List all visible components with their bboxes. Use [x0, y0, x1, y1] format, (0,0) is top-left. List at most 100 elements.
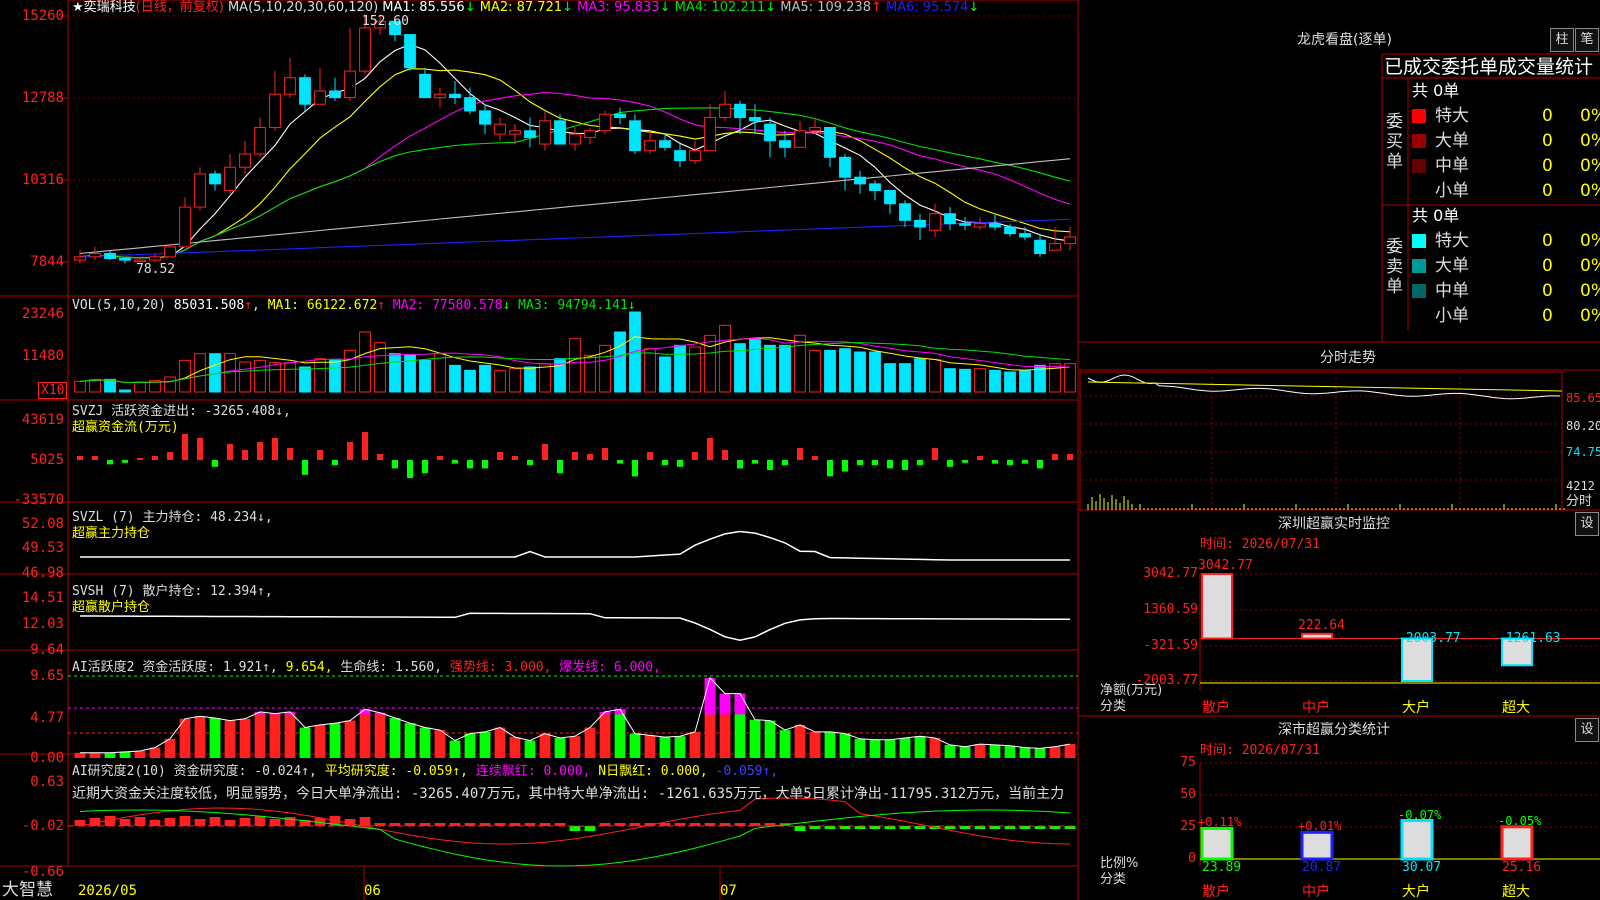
ma-arrow-4: ↑ — [870, 0, 882, 15]
sz-monitor-settings-button[interactable]: 设 — [1575, 512, 1599, 536]
sell-total: 共 0单 — [1412, 206, 1460, 225]
money-flow-bar — [1037, 460, 1043, 469]
activity-bar — [569, 736, 581, 758]
volume-bar — [464, 369, 476, 393]
monitor-y-label: 1360.59 — [1143, 602, 1198, 617]
volume-bar — [854, 351, 866, 393]
ma-value-3: 102.211 — [711, 0, 766, 15]
activity-bar — [839, 733, 851, 758]
ai-axis-label: 0.00 — [30, 750, 64, 766]
monitor-y-label: -2003.77 — [1135, 673, 1198, 688]
sell-percent-1: 0% — [1580, 256, 1600, 276]
svzj-axis-label: 5025 — [30, 452, 64, 468]
activity-bar — [794, 724, 806, 758]
volume-bar — [569, 338, 581, 393]
price-axis-label: 7844 — [30, 254, 64, 270]
tick-view-button[interactable]: 笔 — [1575, 28, 1599, 52]
money-flow-bar — [1052, 454, 1058, 460]
activity-bar — [1064, 744, 1076, 758]
volume-bar — [269, 362, 281, 393]
money-flow-bar — [377, 454, 383, 460]
research-bar — [119, 819, 131, 826]
volume-bar — [509, 368, 521, 393]
activity-bar — [194, 716, 206, 758]
activity-bar — [284, 711, 296, 758]
money-flow-bar — [1007, 460, 1013, 466]
money-flow-bar — [812, 456, 818, 460]
intraday-y-0: 85.65 — [1566, 391, 1600, 405]
money-flow-bar — [977, 456, 983, 460]
money-flow-bar — [557, 460, 563, 474]
bar-view-button[interactable]: 柱 — [1550, 28, 1574, 52]
volume-bar — [884, 363, 896, 393]
monitor-bar-value: -1261.63 — [1498, 630, 1561, 646]
activity-bar — [824, 731, 836, 758]
sell-percent-3: 0% — [1580, 306, 1600, 326]
activity-bar — [1034, 748, 1046, 758]
chart-mode[interactable]: (日线，前复权) — [136, 0, 224, 15]
lhb-tabs[interactable]: 已成交委托单成交量统计 — [1384, 56, 1593, 78]
activity-bar — [869, 739, 881, 758]
sz-class-settings-button[interactable]: 设 — [1575, 718, 1599, 742]
activity-bar — [89, 752, 101, 758]
svzl-axis-label: 52.08 — [21, 516, 64, 532]
sell-swatch-0 — [1412, 234, 1426, 248]
ma-key-5: MA6: — [881, 0, 923, 15]
class-cat-label: 散户 — [1202, 884, 1230, 900]
date-label-2: 07 — [720, 883, 737, 899]
money-flow-bar — [107, 460, 113, 465]
candle-body — [644, 140, 656, 152]
intraday-y-1: 80.20 — [1566, 419, 1600, 433]
main-holding-line — [80, 530, 1070, 561]
candle-body — [794, 130, 806, 148]
sz-class-xlabel: 分类 — [1100, 872, 1127, 887]
volume-bar — [329, 358, 341, 393]
activity-bar — [104, 752, 116, 758]
high-note: 152.60 — [362, 14, 409, 29]
vol-ma-key-0: MA1: — [267, 298, 307, 313]
volume-bar — [1004, 371, 1016, 393]
money-flow-bar — [722, 450, 728, 460]
sell-count-2: 0 — [1542, 281, 1553, 301]
vol-ma-value-1: 77580.578 — [432, 298, 503, 313]
activity-bar — [344, 720, 356, 758]
money-flow-bar — [827, 460, 833, 477]
date-label-0: 2026/05 — [78, 883, 138, 899]
ma-key-3: MA4: — [670, 0, 712, 15]
candle-body — [194, 173, 206, 208]
candle-body — [824, 126, 836, 158]
candle-body — [449, 93, 461, 99]
sell-count-1: 0 — [1542, 256, 1553, 276]
activity-bar — [359, 709, 371, 758]
class-y-label: 25 — [1180, 819, 1196, 834]
candle-body — [344, 70, 356, 99]
candle-body — [809, 126, 821, 132]
money-flow-bar — [227, 444, 233, 460]
volume-bar — [119, 389, 131, 393]
activity-bar — [764, 720, 776, 758]
volume-bar — [749, 338, 761, 393]
candle-body — [209, 173, 221, 185]
class-y-label: 0 — [1188, 851, 1196, 866]
volume-bar — [719, 324, 731, 393]
ma-arrow-3: ↓ — [765, 0, 777, 15]
svzl-axis-label: 49.53 — [21, 540, 64, 556]
monitor-y-label: -321.59 — [1143, 638, 1198, 653]
activity-bar — [1049, 746, 1061, 758]
candle-body — [299, 77, 311, 105]
ai-burst-line: 爆发线: 6.000, — [559, 660, 661, 675]
monitor-bar-value: 3042.77 — [1198, 558, 1253, 573]
activity-bar — [1019, 747, 1031, 758]
stock-name[interactable]: 奕瑞科技 — [84, 0, 136, 15]
class-bar-change: +0.01% — [1298, 819, 1342, 834]
vol-ma-arrow-0: ↑ — [377, 298, 386, 313]
money-flow-bar — [242, 450, 248, 460]
money-flow-bar — [122, 460, 128, 463]
activity-bar — [329, 723, 341, 758]
monitor-bar-散户 — [1201, 573, 1233, 640]
sell-name-1: 大单 — [1435, 256, 1469, 276]
money-flow-bar — [467, 460, 473, 469]
buy-percent-1: 0% — [1580, 131, 1600, 151]
activity-bar — [389, 717, 401, 758]
money-flow-bar — [962, 460, 968, 463]
